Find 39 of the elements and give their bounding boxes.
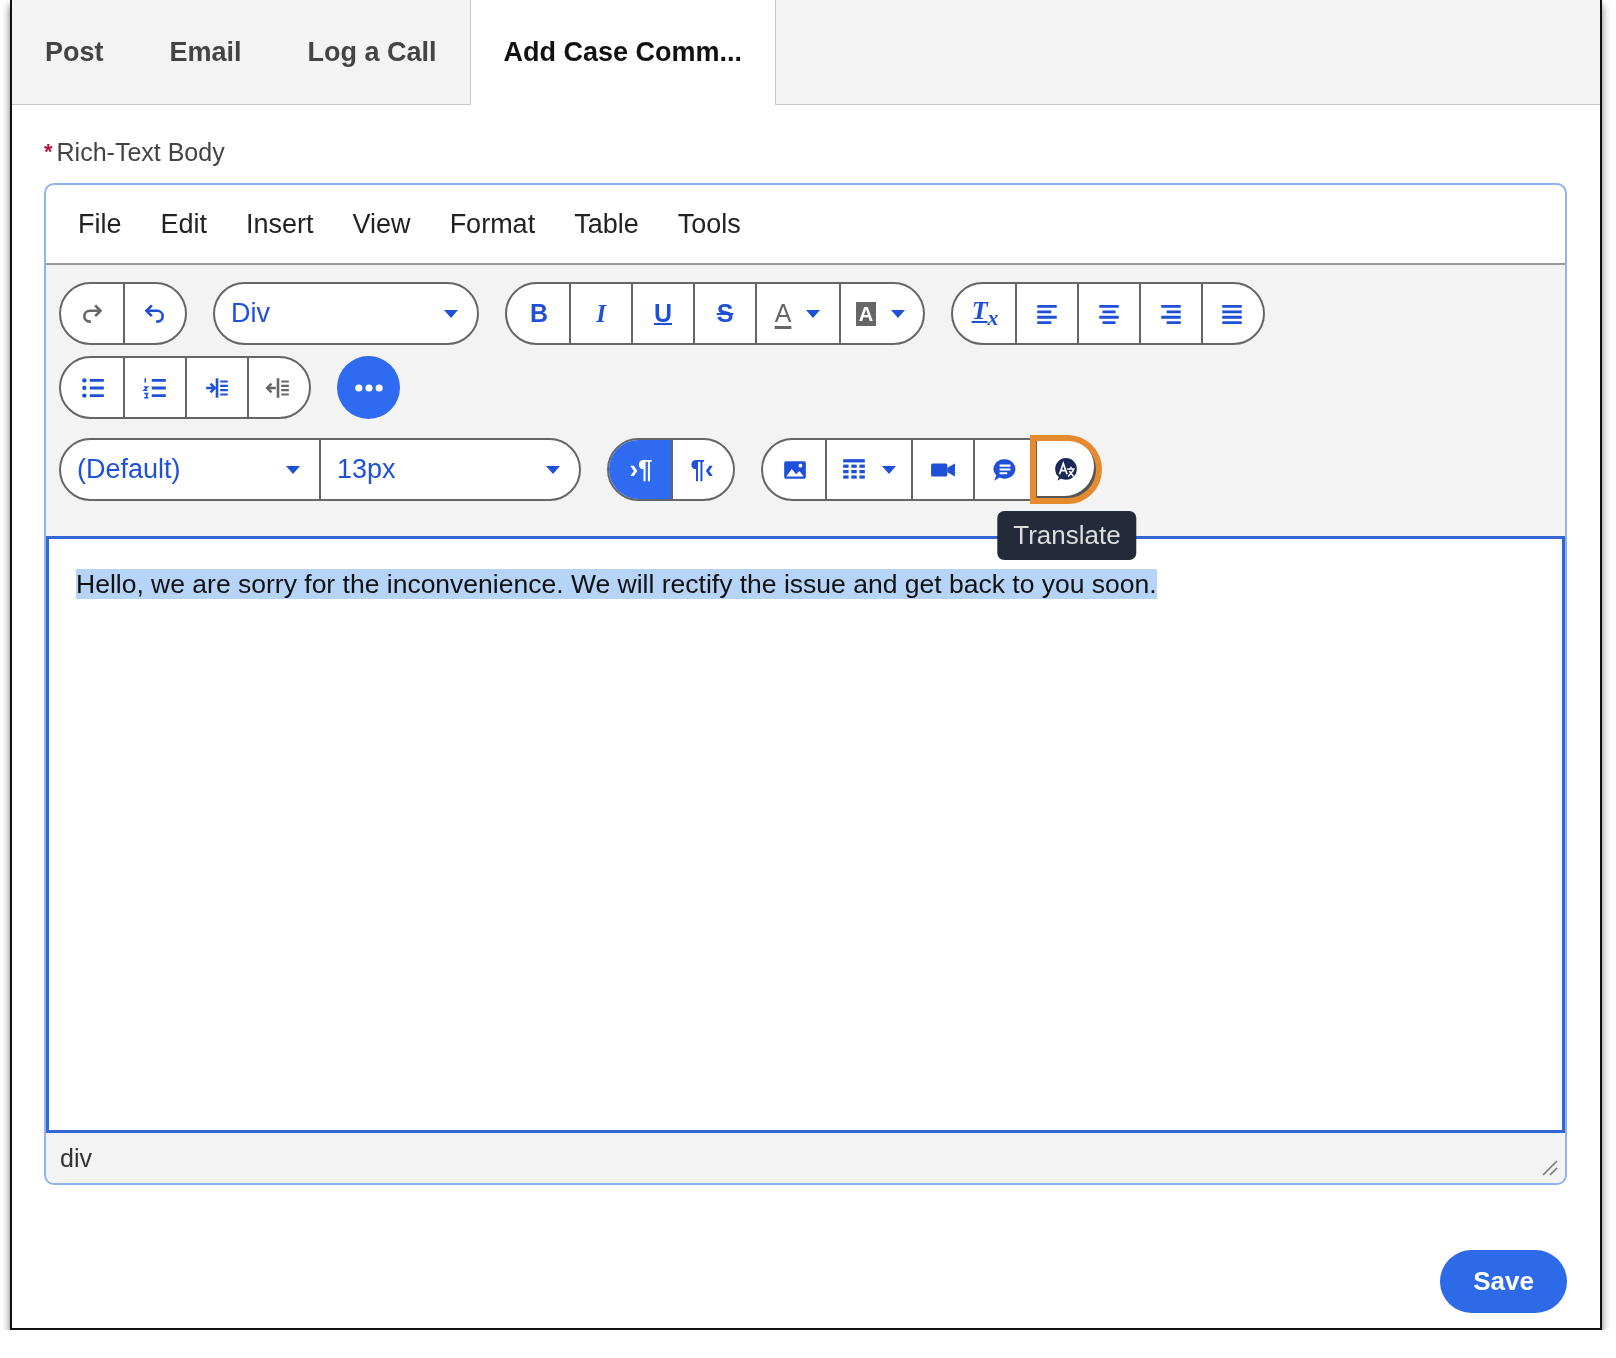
tooltip: Translate: [997, 511, 1137, 560]
body-text: Hello, we are sorry for the inconvenience. We will rectify the issue and get back to you soon.: [76, 569, 1157, 599]
font-family-dropdown[interactable]: (Default): [61, 440, 319, 499]
tab[interactable]: Log a Call: [274, 0, 470, 104]
caret-icon: [805, 308, 822, 319]
underline-button[interactable]: U: [631, 284, 693, 343]
tab[interactable]: Post: [12, 0, 137, 104]
caret-icon: [285, 464, 301, 475]
save-button[interactable]: Save: [1440, 1250, 1567, 1313]
clear-formatting-button[interactable]: T$_{x}$: [953, 284, 1015, 343]
right-to-left-button[interactable]: ¶‹: [671, 440, 733, 499]
required-mark: *: [44, 139, 53, 165]
field-label: Rich-Text Body: [56, 137, 225, 167]
menu-item[interactable]: File: [78, 208, 122, 240]
tab[interactable]: Email: [136, 0, 275, 104]
block-format-dropdown[interactable]: Div: [215, 284, 477, 343]
more-icon: [354, 383, 383, 392]
bold-button[interactable]: B: [507, 284, 569, 343]
element-path: div: [60, 1143, 92, 1173]
caret-icon: [545, 464, 561, 475]
menu-item[interactable]: View: [352, 208, 411, 240]
chat-bubble-icon: [992, 456, 1018, 483]
menu-item[interactable]: Tools: [677, 208, 741, 240]
strikethrough-button[interactable]: S: [693, 284, 755, 343]
resize-handle-icon[interactable]: [1541, 1159, 1559, 1177]
tab[interactable]: Add Case Comm...: [469, 0, 777, 105]
translate-icon: [1053, 456, 1079, 483]
font-size-dropdown[interactable]: 13px: [319, 440, 579, 499]
caret-icon: [881, 464, 897, 475]
menu-item[interactable]: Format: [449, 208, 536, 240]
menu-item[interactable]: Table: [574, 208, 639, 240]
highlight-color-button[interactable]: A: [839, 284, 923, 343]
left-to-right-button[interactable]: ›¶: [609, 440, 671, 499]
text-color-button[interactable]: A: [755, 284, 839, 343]
caret-icon: [890, 308, 907, 319]
caret-icon: [443, 308, 459, 319]
italic-button[interactable]: I: [569, 284, 631, 343]
menu-item[interactable]: Insert: [246, 208, 314, 240]
menu-item[interactable]: Edit: [160, 208, 208, 240]
